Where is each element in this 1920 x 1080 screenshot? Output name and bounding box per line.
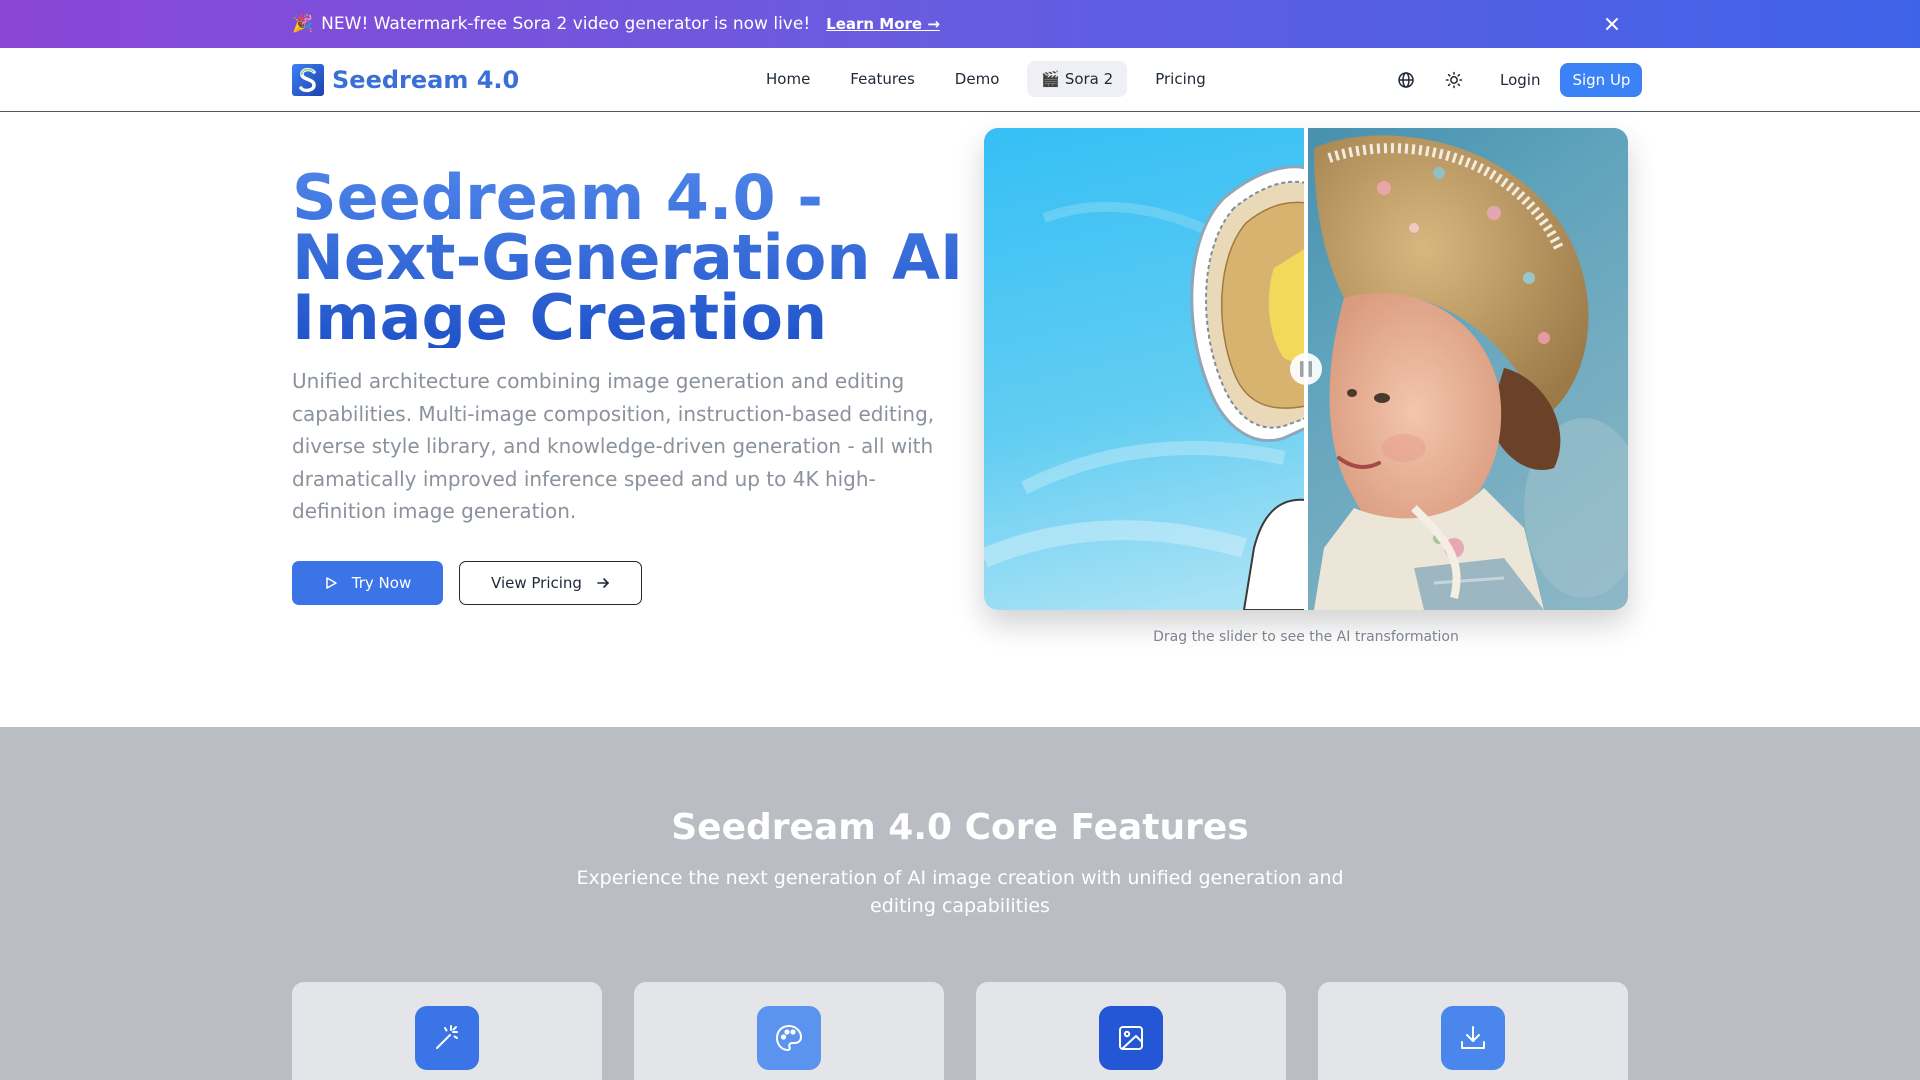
before-after-slider[interactable] bbox=[984, 128, 1628, 610]
announcement-text: NEW! Watermark-free Sora 2 video generat… bbox=[321, 14, 811, 34]
magic-wand-icon bbox=[415, 1006, 479, 1070]
brand-name: Seedream 4.0 bbox=[332, 66, 520, 94]
features-section: Seedream 4.0 Core Features Experience th… bbox=[0, 727, 1920, 1080]
feature-card bbox=[1318, 982, 1628, 1080]
signup-button[interactable]: Sign Up bbox=[1560, 63, 1643, 97]
learn-more-link[interactable]: Learn More → bbox=[826, 15, 940, 33]
arrow-right-icon bbox=[597, 578, 610, 588]
nav-features[interactable]: Features bbox=[830, 61, 935, 97]
globe-icon[interactable] bbox=[1388, 62, 1424, 98]
feature-card bbox=[976, 982, 1286, 1080]
party-icon: 🎉 bbox=[292, 14, 314, 34]
hero-buttons: Try Now View Pricing bbox=[292, 561, 642, 605]
feature-card bbox=[634, 982, 944, 1080]
comparison-image bbox=[984, 128, 1628, 610]
features-subtitle: Experience the next generation of AI ima… bbox=[576, 867, 1344, 917]
nav-home[interactable]: Home bbox=[746, 61, 830, 97]
hero-description: Unified architecture combining image gen… bbox=[292, 369, 935, 524]
navbar: Seedream 4.0 Home Features Demo 🎬 Sora 2… bbox=[0, 48, 1920, 112]
nav-actions: Login Sign Up bbox=[1388, 62, 1643, 98]
nav-sora-2[interactable]: 🎬 Sora 2 bbox=[1027, 61, 1128, 97]
slider-handle[interactable] bbox=[1290, 353, 1322, 385]
close-icon[interactable] bbox=[1600, 12, 1624, 36]
play-icon bbox=[326, 577, 337, 589]
announcement-bar: 🎉 NEW! Watermark-free Sora 2 video gener… bbox=[0, 0, 1920, 48]
view-pricing-button[interactable]: View Pricing bbox=[459, 561, 642, 605]
sun-icon[interactable] bbox=[1436, 62, 1472, 98]
features-title: Seedream 4.0 Core Features bbox=[671, 807, 1249, 848]
view-pricing-label: View Pricing bbox=[491, 574, 582, 592]
nav-pricing[interactable]: Pricing bbox=[1135, 61, 1226, 97]
image-icon bbox=[1099, 1006, 1163, 1070]
brand-logo[interactable]: Seedream 4.0 bbox=[292, 64, 519, 96]
try-now-button[interactable]: Try Now bbox=[292, 561, 443, 605]
hero-title: Seedream 4.0 - Next-Generation AI Image … bbox=[292, 167, 972, 349]
nav-links: Home Features Demo 🎬 Sora 2 Pricing bbox=[746, 61, 1226, 97]
try-now-label: Try Now bbox=[351, 574, 412, 592]
slider-caption: Drag the slider to see the AI transforma… bbox=[1153, 629, 1459, 645]
feature-card bbox=[292, 982, 602, 1080]
logo-icon bbox=[292, 64, 324, 96]
palette-icon bbox=[757, 1006, 821, 1070]
download-icon bbox=[1441, 1006, 1505, 1070]
nav-demo[interactable]: Demo bbox=[935, 61, 1020, 97]
login-button[interactable]: Login bbox=[1488, 63, 1552, 97]
